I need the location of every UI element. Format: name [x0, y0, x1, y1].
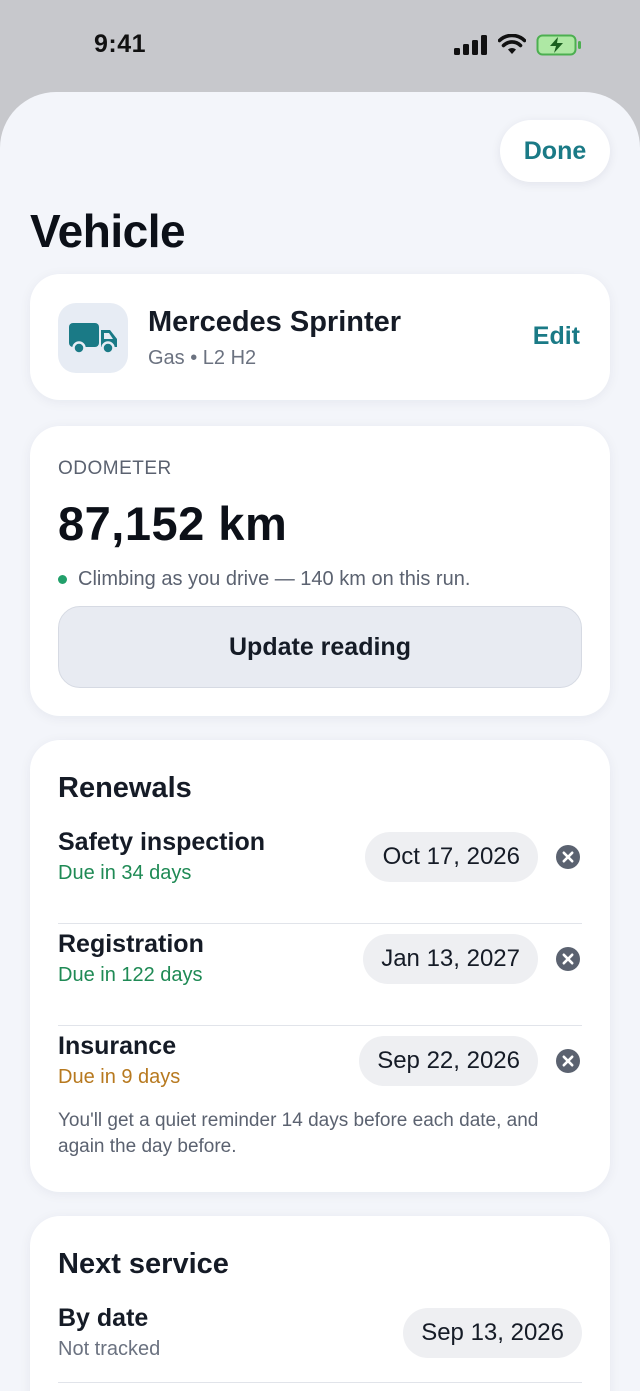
- battery-charging-icon: [536, 34, 581, 56]
- vehicle-card: Mercedes Sprinter Gas • L2 H2 Edit: [30, 274, 610, 400]
- renewals-card: Renewals Safety inspection Due in 34 day…: [30, 740, 610, 1192]
- clear-date-icon[interactable]: [556, 947, 580, 971]
- next-service-card: Next service By date Not tracked Sep 13,…: [30, 1216, 610, 1391]
- vehicle-subtitle: Gas • L2 H2: [148, 347, 257, 369]
- service-date-picker[interactable]: Sep 13, 2026: [403, 1308, 582, 1358]
- wifi-icon: [498, 34, 526, 54]
- renewal-due: Due in 34 days: [58, 862, 192, 884]
- odometer-status: Climbing as you drive — 140 km on this r…: [58, 568, 470, 591]
- service-row-by-date: By date Not tracked Sep 13, 2026: [58, 1298, 582, 1388]
- status-time: 9:41: [94, 30, 147, 58]
- renewal-date-picker[interactable]: Sep 22, 2026: [359, 1036, 538, 1086]
- renewal-title: Insurance: [58, 1032, 177, 1060]
- odometer-card: ODOMETER 87,152 km Climbing as you drive…: [30, 426, 610, 716]
- odometer-value: 87,152 km: [58, 497, 288, 550]
- renewal-due: Due in 9 days: [58, 1066, 181, 1088]
- status-bar: 9:41: [0, 0, 640, 92]
- status-dot: [58, 575, 67, 584]
- renewal-due: Due in 122 days: [58, 964, 203, 986]
- odometer-label: ODOMETER: [58, 458, 172, 479]
- edit-vehicle-button[interactable]: Edit: [533, 322, 580, 351]
- renewal-row-registration: Registration Due in 122 days Jan 13, 202…: [58, 924, 582, 1026]
- renewal-date-picker[interactable]: Oct 17, 2026: [364, 832, 538, 882]
- renewals-heading: Renewals: [58, 772, 192, 804]
- renewal-date-picker[interactable]: Jan 13, 2027: [363, 934, 538, 984]
- update-reading-button[interactable]: Update reading: [58, 606, 582, 688]
- page-title: Vehicle: [30, 205, 186, 257]
- status-icons: [454, 34, 582, 56]
- renewal-title: Safety inspection: [58, 828, 265, 856]
- vehicle-sheet: Done Vehicle Mercedes Sprinter Gas • L2 …: [0, 92, 640, 1391]
- renewal-row-safety-inspection: Safety inspection Due in 34 days Oct 17,…: [58, 822, 582, 924]
- renewal-title: Registration: [58, 930, 204, 958]
- done-button[interactable]: Done: [500, 120, 610, 182]
- clear-date-icon[interactable]: [556, 1049, 580, 1073]
- vehicle-name: Mercedes Sprinter: [148, 306, 402, 338]
- service-title: By date: [58, 1304, 149, 1332]
- divider: [58, 1382, 582, 1383]
- truck-icon: [69, 323, 117, 355]
- clear-date-icon[interactable]: [556, 845, 580, 869]
- odometer-status-text: Climbing as you drive — 140 km on this r…: [78, 568, 471, 590]
- vehicle-icon-tile: [58, 303, 128, 373]
- reminder-note: You'll get a quiet reminder 14 days befo…: [58, 1110, 539, 1157]
- next-service-heading: Next service: [58, 1248, 229, 1280]
- cellular-signal-icon: [454, 35, 487, 55]
- service-subtitle: Not tracked: [58, 1338, 161, 1360]
